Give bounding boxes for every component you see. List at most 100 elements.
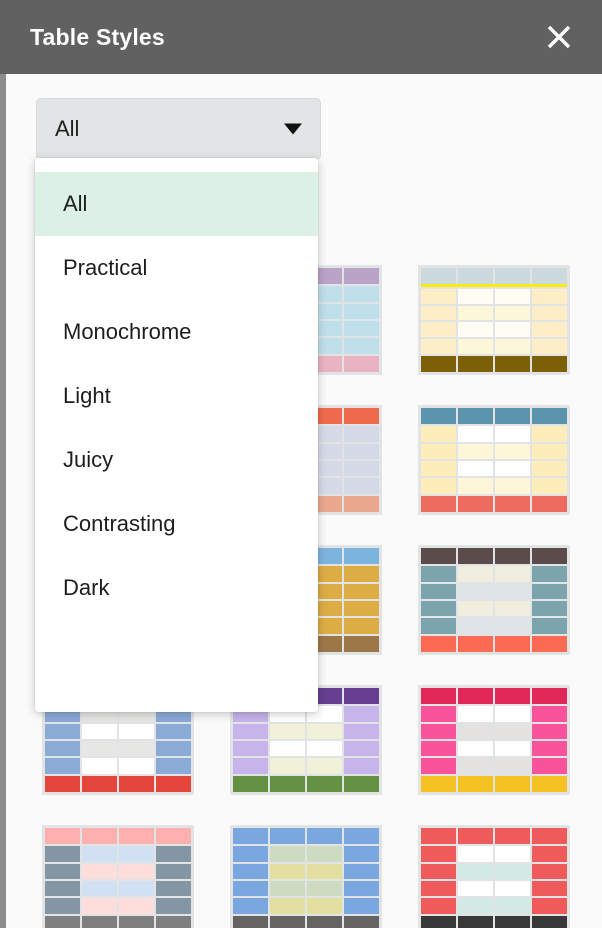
thumbnail-cell [495, 268, 530, 284]
category-filter-dropdown[interactable]: All Practical Monochrome Light Juicy Contrast… [35, 158, 318, 712]
thumbnail-cell [495, 443, 530, 460]
thumbnail-cell [458, 408, 493, 425]
thumbnail-cell [307, 775, 342, 793]
thumbnail-cell [532, 566, 567, 582]
category-filter-value: All [55, 116, 80, 141]
thumbnail-cell [532, 706, 567, 722]
dropdown-option-label: Juicy [63, 447, 114, 472]
thumbnail-cell [156, 758, 191, 774]
table-style-thumbnail[interactable] [418, 405, 570, 515]
chevron-down-icon [284, 123, 302, 135]
thumbnail-cell [82, 846, 117, 862]
dropdown-option-label: Contrasting [63, 511, 176, 536]
thumbnail-cell [307, 758, 342, 774]
thumbnail-cell [458, 881, 493, 897]
thumbnail-cell [495, 356, 530, 372]
thumbnail-cell [307, 741, 342, 757]
thumbnail-body-row [421, 881, 567, 897]
thumbnail-cell [119, 915, 154, 928]
thumbnail-body-row [421, 322, 567, 338]
table-style-thumbnail[interactable] [418, 265, 570, 375]
thumbnail-cell [495, 915, 530, 928]
thumbnail-cell [532, 583, 567, 600]
dropdown-option-label: Practical [63, 255, 148, 280]
thumbnail-body-row [421, 706, 567, 722]
thumbnail-cell [156, 881, 191, 897]
table-style-thumbnail[interactable] [418, 545, 570, 655]
thumbnail-cell [344, 355, 379, 373]
thumbnail-cell [532, 898, 567, 914]
thumbnail-cell [458, 846, 493, 862]
thumbnail-cell [421, 723, 456, 740]
dropdown-option-light[interactable]: Light [35, 364, 318, 428]
thumbnail-cell [270, 863, 305, 880]
thumbnail-body-row [421, 426, 567, 442]
thumbnail-cell [495, 495, 530, 513]
thumbnail-cell [458, 898, 493, 914]
thumbnail-cell [421, 758, 456, 774]
thumbnail-cell [82, 863, 117, 880]
close-button[interactable] [538, 16, 580, 58]
dropdown-option-juicy[interactable]: Juicy [35, 428, 318, 492]
thumbnail-cell [421, 828, 456, 845]
table-styles-dialog: Table Styles All All Practical Monochrome L… [0, 0, 602, 928]
thumbnail-cell [532, 443, 567, 460]
thumbnail-cell [458, 339, 493, 355]
thumbnail-foot-row [233, 915, 379, 928]
thumbnail-cell [495, 566, 530, 582]
thumbnail-cell [458, 268, 493, 284]
category-filter-select[interactable]: All [36, 98, 321, 160]
thumbnail-cell [495, 828, 530, 845]
thumbnail-cell [421, 356, 456, 372]
thumbnail-cell [458, 706, 493, 722]
thumbnail-cell [156, 828, 191, 845]
table-style-thumbnail[interactable] [418, 685, 570, 795]
thumbnail-cell [119, 828, 154, 845]
thumbnail-cell [421, 601, 456, 617]
thumbnail-foot-row [421, 495, 567, 513]
thumbnail-cell [495, 408, 530, 425]
dropdown-option-dark[interactable]: Dark [35, 556, 318, 620]
thumbnail-cell [421, 408, 456, 425]
thumbnail-cell [270, 828, 305, 845]
thumbnail-cell [495, 322, 530, 338]
thumbnail-cell [532, 828, 567, 845]
thumbnail-cell [82, 881, 117, 897]
dropdown-option-practical[interactable]: Practical [35, 236, 318, 300]
thumbnail-body-row [421, 618, 567, 634]
thumbnail-cell [156, 723, 191, 740]
thumbnail-foot-row [421, 915, 567, 928]
thumbnail-cell [495, 775, 530, 793]
thumbnail-body-row [45, 723, 191, 740]
thumbnail-head-row [421, 408, 567, 425]
table-style-thumbnail[interactable] [230, 825, 382, 928]
thumbnail-cell [344, 461, 379, 477]
thumbnail-cell [344, 408, 379, 425]
thumbnail-cell [495, 618, 530, 634]
thumbnail-cell [458, 461, 493, 477]
thumbnail-cell [119, 723, 154, 740]
thumbnail-cell [458, 601, 493, 617]
thumbnail-cell [82, 898, 117, 914]
thumbnail-cell [307, 723, 342, 740]
dropdown-option-monochrome[interactable]: Monochrome [35, 300, 318, 364]
thumbnail-cell [495, 688, 530, 705]
table-style-thumbnail[interactable] [418, 825, 570, 928]
thumbnail-body-row [421, 478, 567, 494]
thumbnail-cell [532, 881, 567, 897]
thumbnail-cell [421, 322, 456, 338]
thumbnail-cell [156, 846, 191, 862]
thumbnail-cell [119, 758, 154, 774]
thumbnail-foot-row [45, 775, 191, 793]
thumbnail-cell [532, 426, 567, 442]
thumbnail-cell [458, 915, 493, 928]
dropdown-option-all[interactable]: All [35, 172, 318, 236]
thumbnail-head-row [421, 828, 567, 845]
thumbnail-head-row [421, 688, 567, 705]
thumbnail-cell [421, 688, 456, 705]
thumbnail-cell [495, 863, 530, 880]
dropdown-option-contrasting[interactable]: Contrasting [35, 492, 318, 556]
table-style-thumbnail[interactable] [42, 825, 194, 928]
dropdown-option-label: Dark [63, 575, 110, 600]
thumbnail-cell [156, 915, 191, 928]
